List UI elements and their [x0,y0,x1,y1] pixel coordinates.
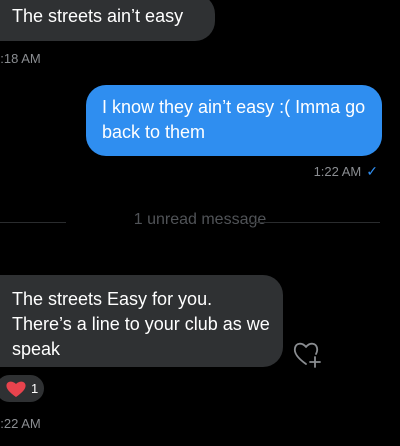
unread-divider-label: 1 unread message [133,211,267,228]
incoming-message-bubble[interactable]: The streets Easy for you. There’s a line… [0,275,283,367]
message-text: The streets ain’t easy [12,6,184,26]
add-reaction-icon[interactable] [292,340,322,368]
read-checkmark-icon: ✓ [366,163,378,179]
incoming-message-bubble[interactable]: The streets ain’t easy [0,0,215,41]
outgoing-message-bubble[interactable]: I know they ain’t easy :( Imma go back t… [86,85,382,156]
conversation-view: The streets ain’t easy 1:18 AM I know th… [0,0,400,446]
message-timestamp: 1:22 AM [0,416,41,431]
heart-icon [6,381,26,397]
timestamp-text: 1:22 AM [313,164,362,179]
divider-line-right [250,222,380,223]
reaction-badge[interactable]: 1 [0,373,46,404]
message-timestamp: 1:18 AM [0,51,41,66]
message-timestamp: 1:22 AM ✓ [314,163,378,180]
message-text: The streets Easy for you. There’s a line… [12,289,270,359]
message-text: I know they ain’t easy :( Imma go back t… [102,97,366,142]
reaction-count: 1 [31,381,39,396]
